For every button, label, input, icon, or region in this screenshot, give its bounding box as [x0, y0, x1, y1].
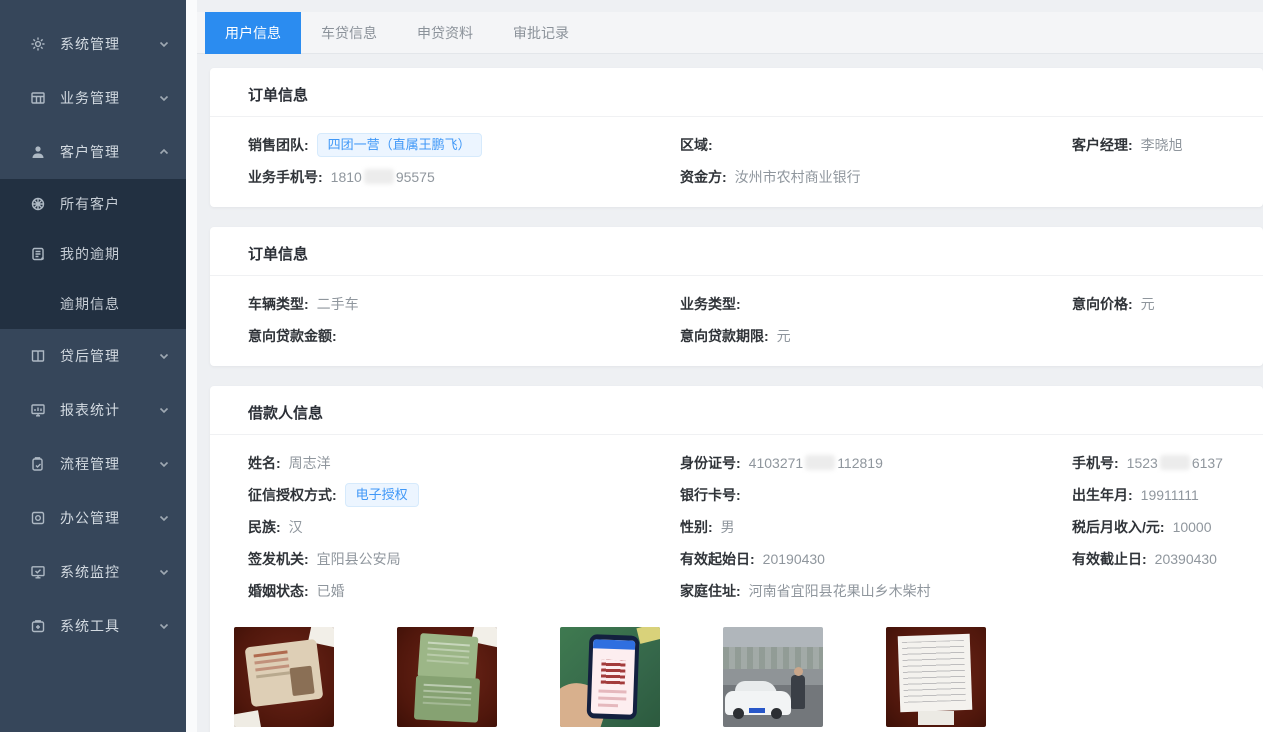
order-info-card: 订单信息 销售团队: 四团一营（直属王鹏飞） 区域: 客户经理: 李晓旭 业务手… [210, 68, 1263, 207]
sidebar-item-label: 系统工具 [60, 616, 158, 636]
sidebar-item-label: 客户管理 [60, 142, 158, 162]
sidebar-item-system-tools[interactable]: 系统工具 [0, 599, 186, 653]
credit-auth-tag: 电子授权 [345, 483, 419, 507]
chevron-down-icon [158, 92, 170, 104]
field-funder: 资金方: 汝州市农村商业银行 [680, 161, 1072, 193]
field-account-manager: 客户经理: 李晓旭 [1072, 129, 1243, 161]
sidebar-item-system-management[interactable]: 系统管理 [0, 17, 186, 71]
field-region: 区域: [680, 129, 1072, 161]
field-name: 姓名: 周志洋 [248, 447, 680, 479]
sidebar-item-label: 逾期信息 [60, 294, 170, 314]
sidebar-item-label: 我的逾期 [60, 244, 170, 264]
sidebar-item-post-loan-management[interactable]: 贷后管理 [0, 329, 186, 383]
loan-intent-card: 订单信息 车辆类型: 二手车 业务类型: 意向价格: 元 意向贷款金额: [210, 227, 1263, 366]
field-bank-card: 银行卡号: [680, 479, 1072, 511]
user-icon [30, 144, 46, 160]
card-title: 订单信息 [210, 227, 1263, 276]
thumbnail-person-with-car[interactable]: 人车合影 [723, 627, 823, 732]
sidebar-item-label: 贷后管理 [60, 346, 158, 366]
sales-team-tag: 四团一营（直属王鹏飞） [317, 133, 482, 157]
chevron-down-icon [158, 350, 170, 362]
field-valid-from: 有效起始日: 20190430 [680, 543, 1072, 575]
toolbox-icon [30, 618, 46, 634]
field-vehicle-type: 车辆类型: 二手车 [248, 288, 680, 320]
sidebar-submenu-customer: 所有客户 我的逾期 逾期信息 [0, 179, 186, 329]
field-business-type: 业务类型: [680, 288, 1072, 320]
id-card-photo [234, 627, 334, 727]
notebook-icon [30, 246, 46, 262]
sidebar-item-label: 报表统计 [60, 400, 158, 420]
field-income: 税后月收入/元: 10000 [1072, 511, 1243, 543]
thumbnail-household-booklet[interactable]: 智能双证件 [397, 627, 497, 732]
field-birth: 出生年月: 19911111 [1072, 479, 1243, 511]
chevron-down-icon [158, 566, 170, 578]
sidebar-item-label: 系统管理 [60, 34, 158, 54]
chevron-down-icon [158, 404, 170, 416]
handwritten-document-photo [886, 627, 986, 727]
tab-car-loan-info[interactable]: 车贷信息 [301, 12, 397, 54]
sidebar-item-label: 办公管理 [60, 508, 158, 528]
sidebar: 系统管理 业务管理 客户管理 所有客户 我的逾期 逾期信息 [0, 0, 186, 732]
chevron-up-icon [158, 146, 170, 158]
sidebar-item-all-customers[interactable]: 所有客户 [0, 179, 186, 229]
chevron-down-icon [158, 458, 170, 470]
report-monitor-icon [30, 402, 46, 418]
person-with-car-photo [723, 627, 823, 727]
redacted-digits [1160, 455, 1190, 470]
detail-tabbar: 用户信息 车贷信息 申贷资料 审批记录 [197, 12, 1263, 54]
thumbnail-id-card[interactable]: 本人照 [234, 627, 334, 732]
chevron-down-icon [158, 620, 170, 632]
thumbnail-handwritten-doc[interactable]: 其他资料 [886, 627, 986, 732]
sidebar-item-business-management[interactable]: 业务管理 [0, 71, 186, 125]
field-gender: 性别: 男 [680, 511, 1072, 543]
office-icon [30, 510, 46, 526]
chevron-down-icon [158, 512, 170, 524]
sidebar-item-label: 流程管理 [60, 454, 158, 474]
household-booklet-photo [397, 627, 497, 727]
field-issue-authority: 签发机关: 宜阳县公安局 [248, 543, 680, 575]
sidebar-item-report-statistics[interactable]: 报表统计 [0, 383, 186, 437]
card-title: 借款人信息 [210, 386, 1263, 435]
phone-qr-auth-photo [560, 627, 660, 727]
main-content: 用户信息 车贷信息 申贷资料 审批记录 订单信息 销售团队: 四团一营（直属王鹏… [197, 0, 1263, 732]
tab-approval-records[interactable]: 审批记录 [493, 12, 589, 54]
field-intent-loan-amount: 意向贷款金额: [248, 320, 680, 352]
field-id-number: 身份证号: 4103271112819 [680, 447, 1072, 479]
document-photos: 本人照 智能双证件 [210, 621, 1263, 732]
field-credit-auth-method: 征信授权方式: 电子授权 [248, 479, 680, 511]
sidebar-item-overdue-info[interactable]: 逾期信息 [0, 279, 186, 329]
sidebar-item-label: 所有客户 [60, 194, 170, 214]
field-home-address: 家庭住址: 河南省宜阳县花果山乡木柴村 [680, 575, 1072, 607]
sidebar-item-system-monitor[interactable]: 系统监控 [0, 545, 186, 599]
customers-icon [30, 196, 46, 212]
sidebar-item-label: 业务管理 [60, 88, 158, 108]
sidebar-item-label: 系统监控 [60, 562, 158, 582]
sidebar-item-my-overdue[interactable]: 我的逾期 [0, 229, 186, 279]
field-marital-status: 婚姻状态: 已婚 [248, 575, 680, 607]
monitor-check-icon [30, 564, 46, 580]
borrower-info-card: 借款人信息 姓名: 周志洋 身份证号: 4103271112819 手机号: 1… [210, 386, 1263, 732]
field-business-phone: 业务手机号: 181095575 [248, 161, 680, 193]
field-intent-price: 意向价格: 元 [1072, 288, 1243, 320]
field-ethnicity: 民族: 汉 [248, 511, 680, 543]
sidebar-item-office-management[interactable]: 办公管理 [0, 491, 186, 545]
field-sales-team: 销售团队: 四团一营（直属王鹏飞） [248, 129, 680, 161]
tab-user-info[interactable]: 用户信息 [205, 12, 301, 54]
gear-icon [30, 36, 46, 52]
field-valid-to: 有效截止日: 20390430 [1072, 543, 1243, 575]
book-icon [30, 348, 46, 364]
clipboard-icon [30, 456, 46, 472]
sidebar-item-customer-management[interactable]: 客户管理 [0, 125, 186, 179]
redacted-digits [364, 169, 394, 184]
redacted-digits [805, 455, 835, 470]
sidebar-content-divider [186, 0, 197, 732]
chevron-down-icon [158, 38, 170, 50]
thumbnail-phone-auth[interactable]: 授权截图 [560, 627, 660, 732]
card-title: 订单信息 [210, 68, 1263, 117]
field-intent-loan-term: 意向贷款期限: 元 [680, 320, 1072, 352]
sidebar-item-process-management[interactable]: 流程管理 [0, 437, 186, 491]
grid-icon [30, 90, 46, 106]
tab-loan-application-docs[interactable]: 申贷资料 [397, 12, 493, 54]
field-mobile: 手机号: 15236137 [1072, 447, 1243, 479]
